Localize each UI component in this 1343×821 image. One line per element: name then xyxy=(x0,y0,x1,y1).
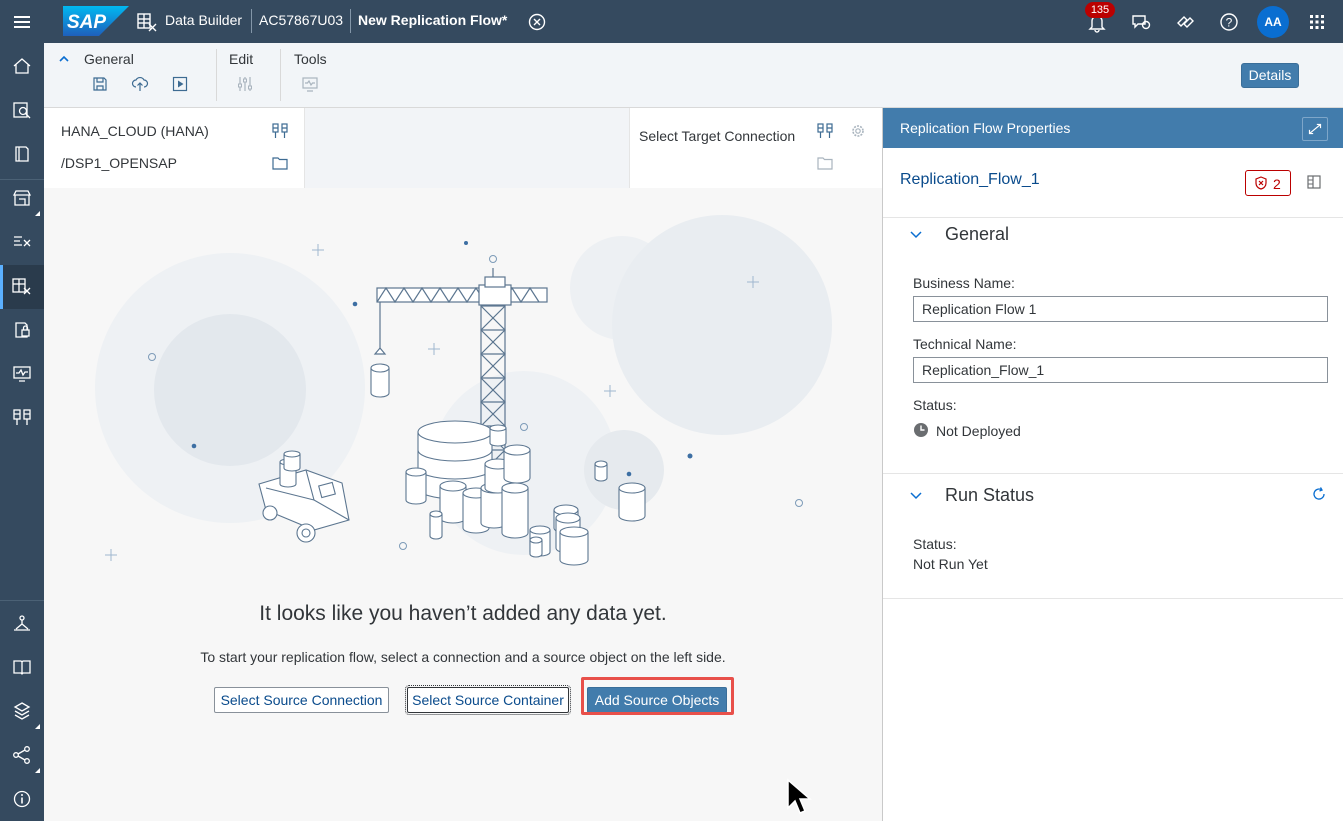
divider xyxy=(883,217,1343,218)
business-modeling-icon[interactable] xyxy=(11,231,33,253)
space-id[interactable]: AC57867U03 xyxy=(259,12,343,28)
svg-text:?: ? xyxy=(1226,16,1233,30)
folder-icon[interactable] xyxy=(816,154,834,172)
close-circle-icon[interactable] xyxy=(526,11,548,33)
toolbar-group-tools: Tools xyxy=(294,51,327,67)
settings-sliders-icon[interactable] xyxy=(236,75,254,93)
construction-illustration xyxy=(95,215,832,566)
toolbar-group-edit: Edit xyxy=(229,51,254,67)
general-section-title[interactable]: General xyxy=(945,224,1009,245)
sap-logo[interactable]: SAP xyxy=(63,6,129,36)
run-status-section-title[interactable]: Run Status xyxy=(945,485,1034,506)
toolbar: General Edit Tools Details xyxy=(44,43,1343,108)
run-icon[interactable] xyxy=(171,75,189,93)
app-grid-icon[interactable] xyxy=(1306,11,1328,33)
submenu-indicator xyxy=(35,724,40,729)
data-builder-nav-icon[interactable] xyxy=(11,275,33,297)
info-icon[interactable] xyxy=(11,788,33,810)
properties-panel: Replication Flow Properties Replication_… xyxy=(882,108,1343,821)
app-name[interactable]: Data Builder xyxy=(165,12,242,28)
target-connection-placeholder[interactable]: Select Target Connection xyxy=(639,128,795,144)
empty-state-subtitle: To start your replication flow, select a… xyxy=(200,649,726,665)
toolbar-separator xyxy=(216,49,217,101)
mapping-area xyxy=(304,108,630,188)
shell-bar: SAP Data Builder AC57867U03 New Replicat… xyxy=(0,0,1343,43)
business-name-label: Business Name: xyxy=(913,275,1015,291)
business-name-field[interactable]: Replication Flow 1 xyxy=(913,296,1328,322)
deploy-icon[interactable] xyxy=(131,75,149,93)
business-builder-icon[interactable] xyxy=(11,187,33,209)
help-chat-icon[interactable] xyxy=(1174,11,1196,33)
repository-icon[interactable] xyxy=(11,143,33,165)
system-monitor-icon[interactable] xyxy=(11,612,33,634)
notification-badge[interactable]: 135 xyxy=(1085,2,1115,18)
deployment-status-value: Not Deployed xyxy=(936,423,1021,439)
side-navigation xyxy=(0,43,44,821)
space-management-icon[interactable] xyxy=(11,700,33,722)
expand-icon[interactable] xyxy=(1302,117,1328,141)
properties-panel-title: Replication Flow Properties xyxy=(900,120,1071,136)
nav-divider xyxy=(0,600,44,601)
nav-divider xyxy=(0,179,44,180)
connections-icon[interactable] xyxy=(11,407,33,429)
document-title: New Replication Flow* xyxy=(358,12,508,28)
details-button[interactable]: Details xyxy=(1241,63,1299,88)
target-connection-area: Select Target Connection xyxy=(630,108,882,188)
select-source-container-button[interactable]: Select Source Container xyxy=(405,685,571,715)
source-connection-name[interactable]: HANA_CLOUD (HANA) xyxy=(61,123,209,139)
properties-panel-header: Replication Flow Properties xyxy=(883,108,1343,148)
connection-strip: HANA_CLOUD (HANA) /DSP1_OPENSAP Select T… xyxy=(44,108,882,188)
error-shield-icon xyxy=(1255,176,1267,190)
security-icon[interactable] xyxy=(11,319,33,341)
data-marketplace-icon[interactable] xyxy=(11,99,33,121)
technical-name-field[interactable]: Replication_Flow_1 xyxy=(913,357,1328,383)
chevron-down-icon[interactable] xyxy=(909,488,923,502)
chevron-down-icon[interactable] xyxy=(909,227,923,241)
divider xyxy=(883,473,1343,474)
object-name: Replication_Flow_1 xyxy=(900,171,1040,188)
avatar[interactable]: AA xyxy=(1257,6,1289,38)
home-icon[interactable] xyxy=(11,55,33,77)
connection-icon[interactable] xyxy=(271,122,289,140)
catalog-icon[interactable] xyxy=(11,656,33,678)
save-icon[interactable] xyxy=(91,75,109,93)
select-source-connection-button[interactable]: Select Source Connection xyxy=(214,687,389,713)
validation-errors-button[interactable]: 2 xyxy=(1245,170,1291,196)
empty-state-title: It looks like you haven’t added any data… xyxy=(259,602,667,625)
svg-text:SAP: SAP xyxy=(67,12,106,33)
menu-icon[interactable] xyxy=(11,11,33,33)
flow-canvas[interactable]: It looks like you haven’t added any data… xyxy=(44,188,882,821)
refresh-icon[interactable] xyxy=(1311,486,1327,502)
technical-name-label: Technical Name: xyxy=(913,336,1017,352)
monitor-icon[interactable] xyxy=(301,75,319,93)
column-layout-icon[interactable] xyxy=(1306,174,1322,190)
monitor-nav-icon[interactable] xyxy=(11,363,33,385)
help-icon[interactable]: ? xyxy=(1218,11,1240,33)
submenu-indicator xyxy=(35,211,40,216)
source-container-name[interactable]: /DSP1_OPENSAP xyxy=(61,155,177,171)
toolbar-separator xyxy=(280,49,281,101)
data-builder-icon xyxy=(137,13,157,32)
separator xyxy=(251,9,252,33)
feedback-icon[interactable] xyxy=(1130,11,1152,33)
share-icon[interactable] xyxy=(11,744,33,766)
folder-icon[interactable] xyxy=(271,154,289,172)
error-count: 2 xyxy=(1273,176,1281,192)
run-status-label: Status: xyxy=(913,536,957,552)
divider xyxy=(883,598,1343,599)
highlight-annotation xyxy=(581,677,734,715)
gear-icon[interactable] xyxy=(849,122,867,140)
separator xyxy=(350,9,351,33)
toolbar-group-general: General xyxy=(84,51,134,67)
mouse-pointer-icon xyxy=(787,778,813,814)
collapse-chevron-icon[interactable] xyxy=(58,53,70,65)
source-connection-area: HANA_CLOUD (HANA) /DSP1_OPENSAP xyxy=(44,108,304,188)
status-label: Status: xyxy=(913,397,957,413)
run-status-value: Not Run Yet xyxy=(913,556,988,572)
submenu-indicator xyxy=(35,768,40,773)
connection-icon[interactable] xyxy=(816,122,834,140)
clock-icon xyxy=(914,423,928,437)
